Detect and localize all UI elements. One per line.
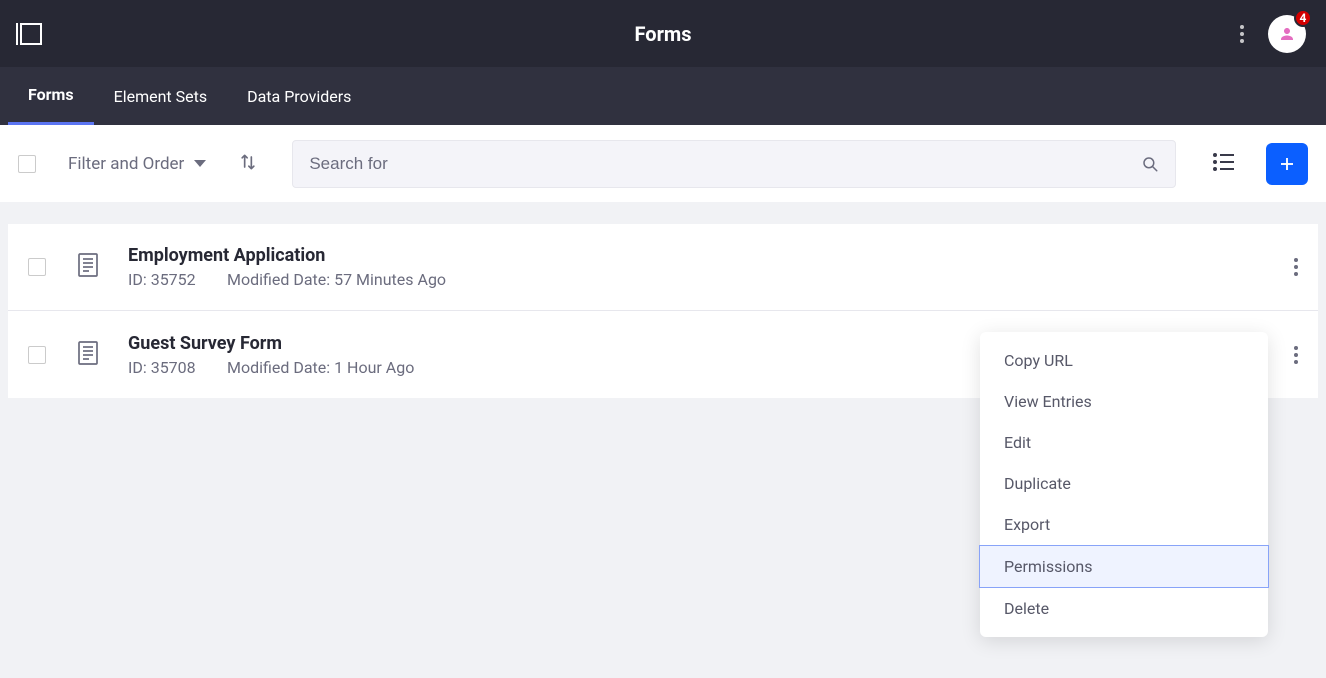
- header-bar: Forms 4: [0, 0, 1326, 67]
- row-modified: Modified Date: 1 Hour Ago: [227, 358, 414, 377]
- panel-icon: [20, 23, 42, 45]
- add-button[interactable]: [1266, 143, 1308, 185]
- caret-down-icon: [194, 160, 206, 167]
- select-all-checkbox[interactable]: [18, 155, 36, 173]
- header-actions: 4: [1240, 15, 1306, 53]
- search-input[interactable]: [309, 154, 1141, 174]
- row-checkbox[interactable]: [28, 346, 46, 364]
- menu-permissions[interactable]: Permissions: [979, 545, 1269, 588]
- tab-forms[interactable]: Forms: [8, 67, 94, 125]
- view-toggle-button[interactable]: [1212, 150, 1236, 178]
- notification-badge: 4: [1294, 9, 1312, 27]
- row-checkbox[interactable]: [28, 258, 46, 276]
- row-id: ID: 35708: [128, 358, 223, 377]
- menu-edit[interactable]: Edit: [980, 422, 1268, 463]
- menu-duplicate[interactable]: Duplicate: [980, 463, 1268, 504]
- panel-toggle-button[interactable]: [20, 23, 42, 45]
- row-modified: Modified Date: 57 Minutes Ago: [227, 270, 446, 289]
- tab-element-sets[interactable]: Element Sets: [94, 67, 228, 125]
- header-kebab-menu[interactable]: [1240, 25, 1244, 43]
- tab-data-providers[interactable]: Data Providers: [227, 67, 371, 125]
- form-icon: [76, 340, 100, 370]
- row-title: Guest Survey Form: [128, 333, 414, 354]
- form-icon: [76, 252, 100, 282]
- tab-bar: Forms Element Sets Data Providers: [0, 67, 1326, 125]
- filter-order-button[interactable]: Filter and Order: [68, 154, 206, 174]
- row-actions-menu[interactable]: [1294, 346, 1298, 364]
- filter-order-label: Filter and Order: [68, 154, 184, 174]
- search-box[interactable]: [292, 140, 1176, 188]
- sort-button[interactable]: [238, 152, 258, 176]
- context-menu: Copy URL View Entries Edit Duplicate Exp…: [980, 332, 1268, 637]
- toolbar: Filter and Order: [0, 125, 1326, 202]
- row-content: Guest Survey Form ID: 35708 Modified Dat…: [128, 333, 414, 377]
- row-actions-menu[interactable]: [1294, 258, 1298, 276]
- row-content: Employment Application ID: 35752 Modifie…: [128, 245, 446, 289]
- list-item[interactable]: Employment Application ID: 35752 Modifie…: [8, 224, 1318, 311]
- menu-view-entries[interactable]: View Entries: [980, 381, 1268, 422]
- menu-export[interactable]: Export: [980, 504, 1268, 545]
- plus-icon: [1278, 155, 1296, 173]
- menu-delete[interactable]: Delete: [980, 588, 1268, 629]
- page-title: Forms: [635, 22, 692, 46]
- user-menu[interactable]: 4: [1268, 15, 1306, 53]
- row-title: Employment Application: [128, 245, 446, 266]
- row-id: ID: 35752: [128, 270, 223, 289]
- menu-copy-url[interactable]: Copy URL: [980, 340, 1268, 381]
- search-icon: [1141, 155, 1159, 173]
